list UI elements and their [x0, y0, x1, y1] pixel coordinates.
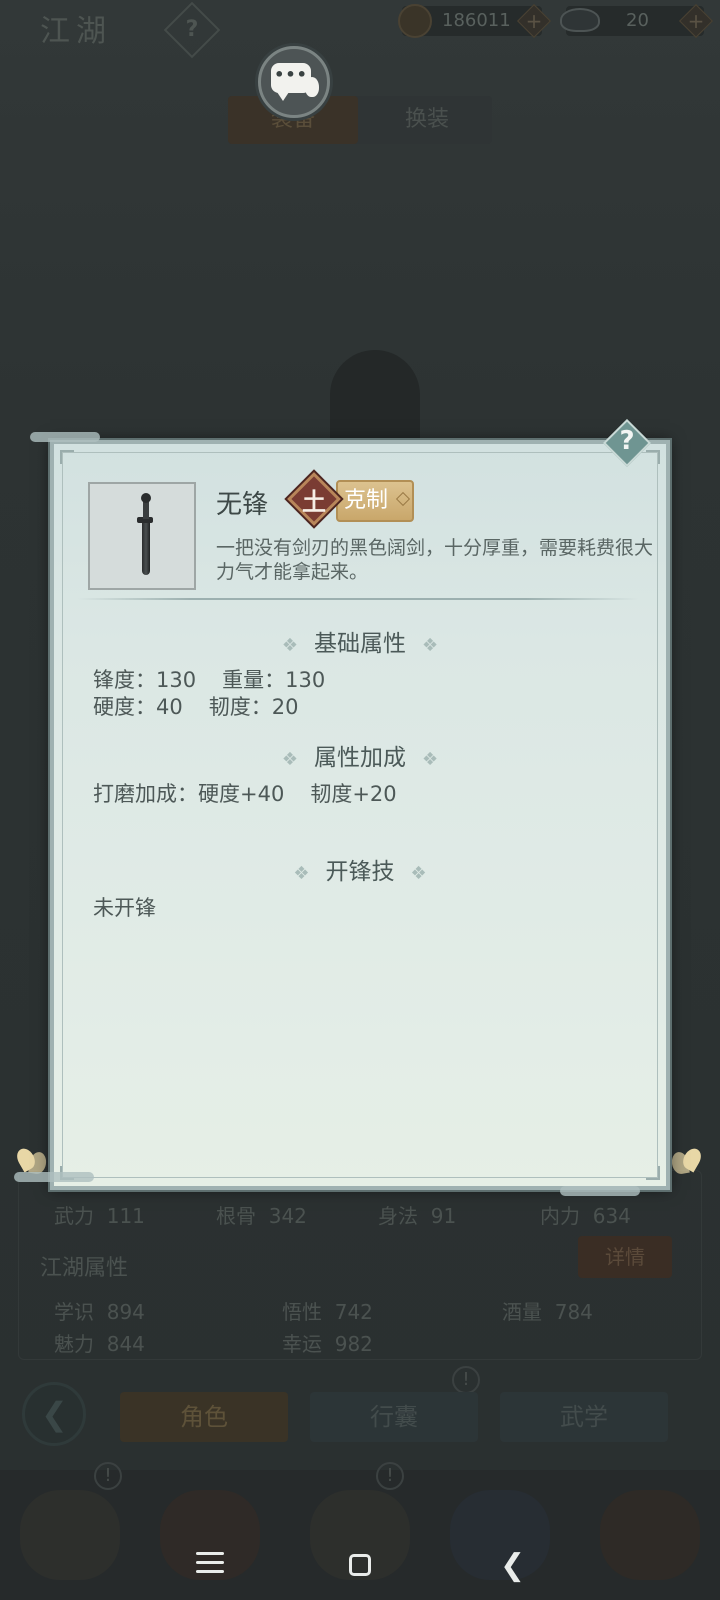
ornament-icon: ❖: [293, 863, 310, 884]
back-icon[interactable]: ❮: [500, 1548, 530, 1584]
base-stat-row-1: 锋度：130 重量：130: [93, 664, 325, 694]
item-name: 无锋: [216, 490, 269, 520]
add-ingots-button[interactable]: [679, 4, 713, 38]
nav-bag-button[interactable]: 行囊: [310, 1392, 478, 1442]
toughness-stat: 韧度：20: [208, 695, 299, 719]
item-description: 一把没有剑刃的黑色阔剑，十分厚重，需要耗费很大力气才能拿起来。: [216, 537, 654, 583]
coin-amount: 186011: [442, 10, 511, 31]
diamond-ornament-icon: [395, 491, 411, 507]
alert-icon: !: [452, 1366, 480, 1394]
ingot-amount: 20: [626, 10, 649, 31]
jianghu-section-title: 江湖属性: [40, 1256, 129, 1281]
cloud-ornament: [30, 432, 100, 442]
ornament-icon: ❖: [422, 749, 439, 770]
menu-icon[interactable]: [196, 1552, 224, 1576]
screen-title: 江湖: [40, 14, 112, 49]
back-button[interactable]: [22, 1382, 86, 1446]
earth-element-icon: 土: [287, 472, 341, 526]
edge-skill-value: 未开锋: [93, 896, 156, 920]
stat-wuxing: 悟性 742: [282, 1300, 373, 1324]
help-icon[interactable]: ?: [163, 1, 221, 59]
chat-button[interactable]: •••: [258, 46, 330, 118]
frame-corner: [646, 1166, 660, 1180]
wing-ornament-left: [13, 1142, 54, 1176]
weight-stat: 重量：130: [222, 668, 326, 692]
nav-role-button[interactable]: 角色: [120, 1392, 288, 1442]
stat-gengu: 根骨 342: [216, 1204, 307, 1228]
cloud-ornament: [14, 1172, 94, 1182]
sword-icon: [137, 493, 153, 577]
ingot-icon: [560, 8, 600, 32]
wing-ornament-right: [668, 1142, 708, 1176]
hardness-stat: 硬度：40: [93, 695, 183, 719]
details-button[interactable]: 详情: [578, 1236, 672, 1278]
stat-jiuliang: 酒量 784: [502, 1300, 593, 1324]
counter-badge: 克制: [336, 480, 414, 522]
stat-neili: 内力 634: [540, 1204, 631, 1228]
base-attributes-title: ❖ 基础属性 ❖: [281, 631, 439, 657]
ingot-counter: 20: [560, 4, 713, 38]
polish-toughness-bonus: 韧度+20: [310, 782, 397, 806]
frame-corner: [60, 450, 74, 464]
ornament-icon: ❖: [281, 635, 298, 656]
add-coins-button[interactable]: [517, 4, 551, 38]
alert-icon: !: [376, 1462, 404, 1490]
cloud-ornament: [560, 1186, 640, 1196]
tab-outfit[interactable]: 换装: [362, 96, 492, 144]
character-portrait: [330, 350, 420, 440]
system-navigation-bar: ❮: [0, 1530, 720, 1600]
stat-meili: 魅力 844: [54, 1332, 145, 1356]
popup-help-button[interactable]: ?: [602, 418, 652, 468]
coin-counter: 186011: [398, 4, 551, 38]
ornament-icon: ❖: [281, 749, 298, 770]
home-icon[interactable]: [349, 1554, 371, 1576]
gourd-icon: [305, 77, 319, 97]
stat-xingyun: 幸运 982: [282, 1332, 373, 1356]
alert-icon: !: [94, 1462, 122, 1490]
stat-wuli: 武力 111: [54, 1204, 145, 1228]
sharpness-stat: 锋度：130: [93, 668, 197, 692]
edge-skill-title: ❖ 开锋技 ❖: [293, 859, 427, 885]
counter-label: 克制: [344, 488, 389, 513]
coin-icon: [398, 4, 432, 38]
ornament-icon: ❖: [422, 635, 439, 656]
divider: [78, 598, 638, 600]
attribute-bonus-title: ❖ 属性加成 ❖: [281, 745, 439, 771]
ornament-icon: ❖: [410, 863, 427, 884]
polish-hardness-bonus: 打磨加成：硬度+40: [93, 782, 285, 806]
base-stat-row-2: 硬度：40 韧度：20: [93, 691, 298, 721]
stat-shenfa: 身法 91: [378, 1204, 457, 1228]
nav-martial-button[interactable]: 武学: [500, 1392, 668, 1442]
stat-xueshi: 学识 894: [54, 1300, 145, 1324]
polish-bonus-row: 打磨加成：硬度+40 韧度+20: [93, 778, 397, 808]
